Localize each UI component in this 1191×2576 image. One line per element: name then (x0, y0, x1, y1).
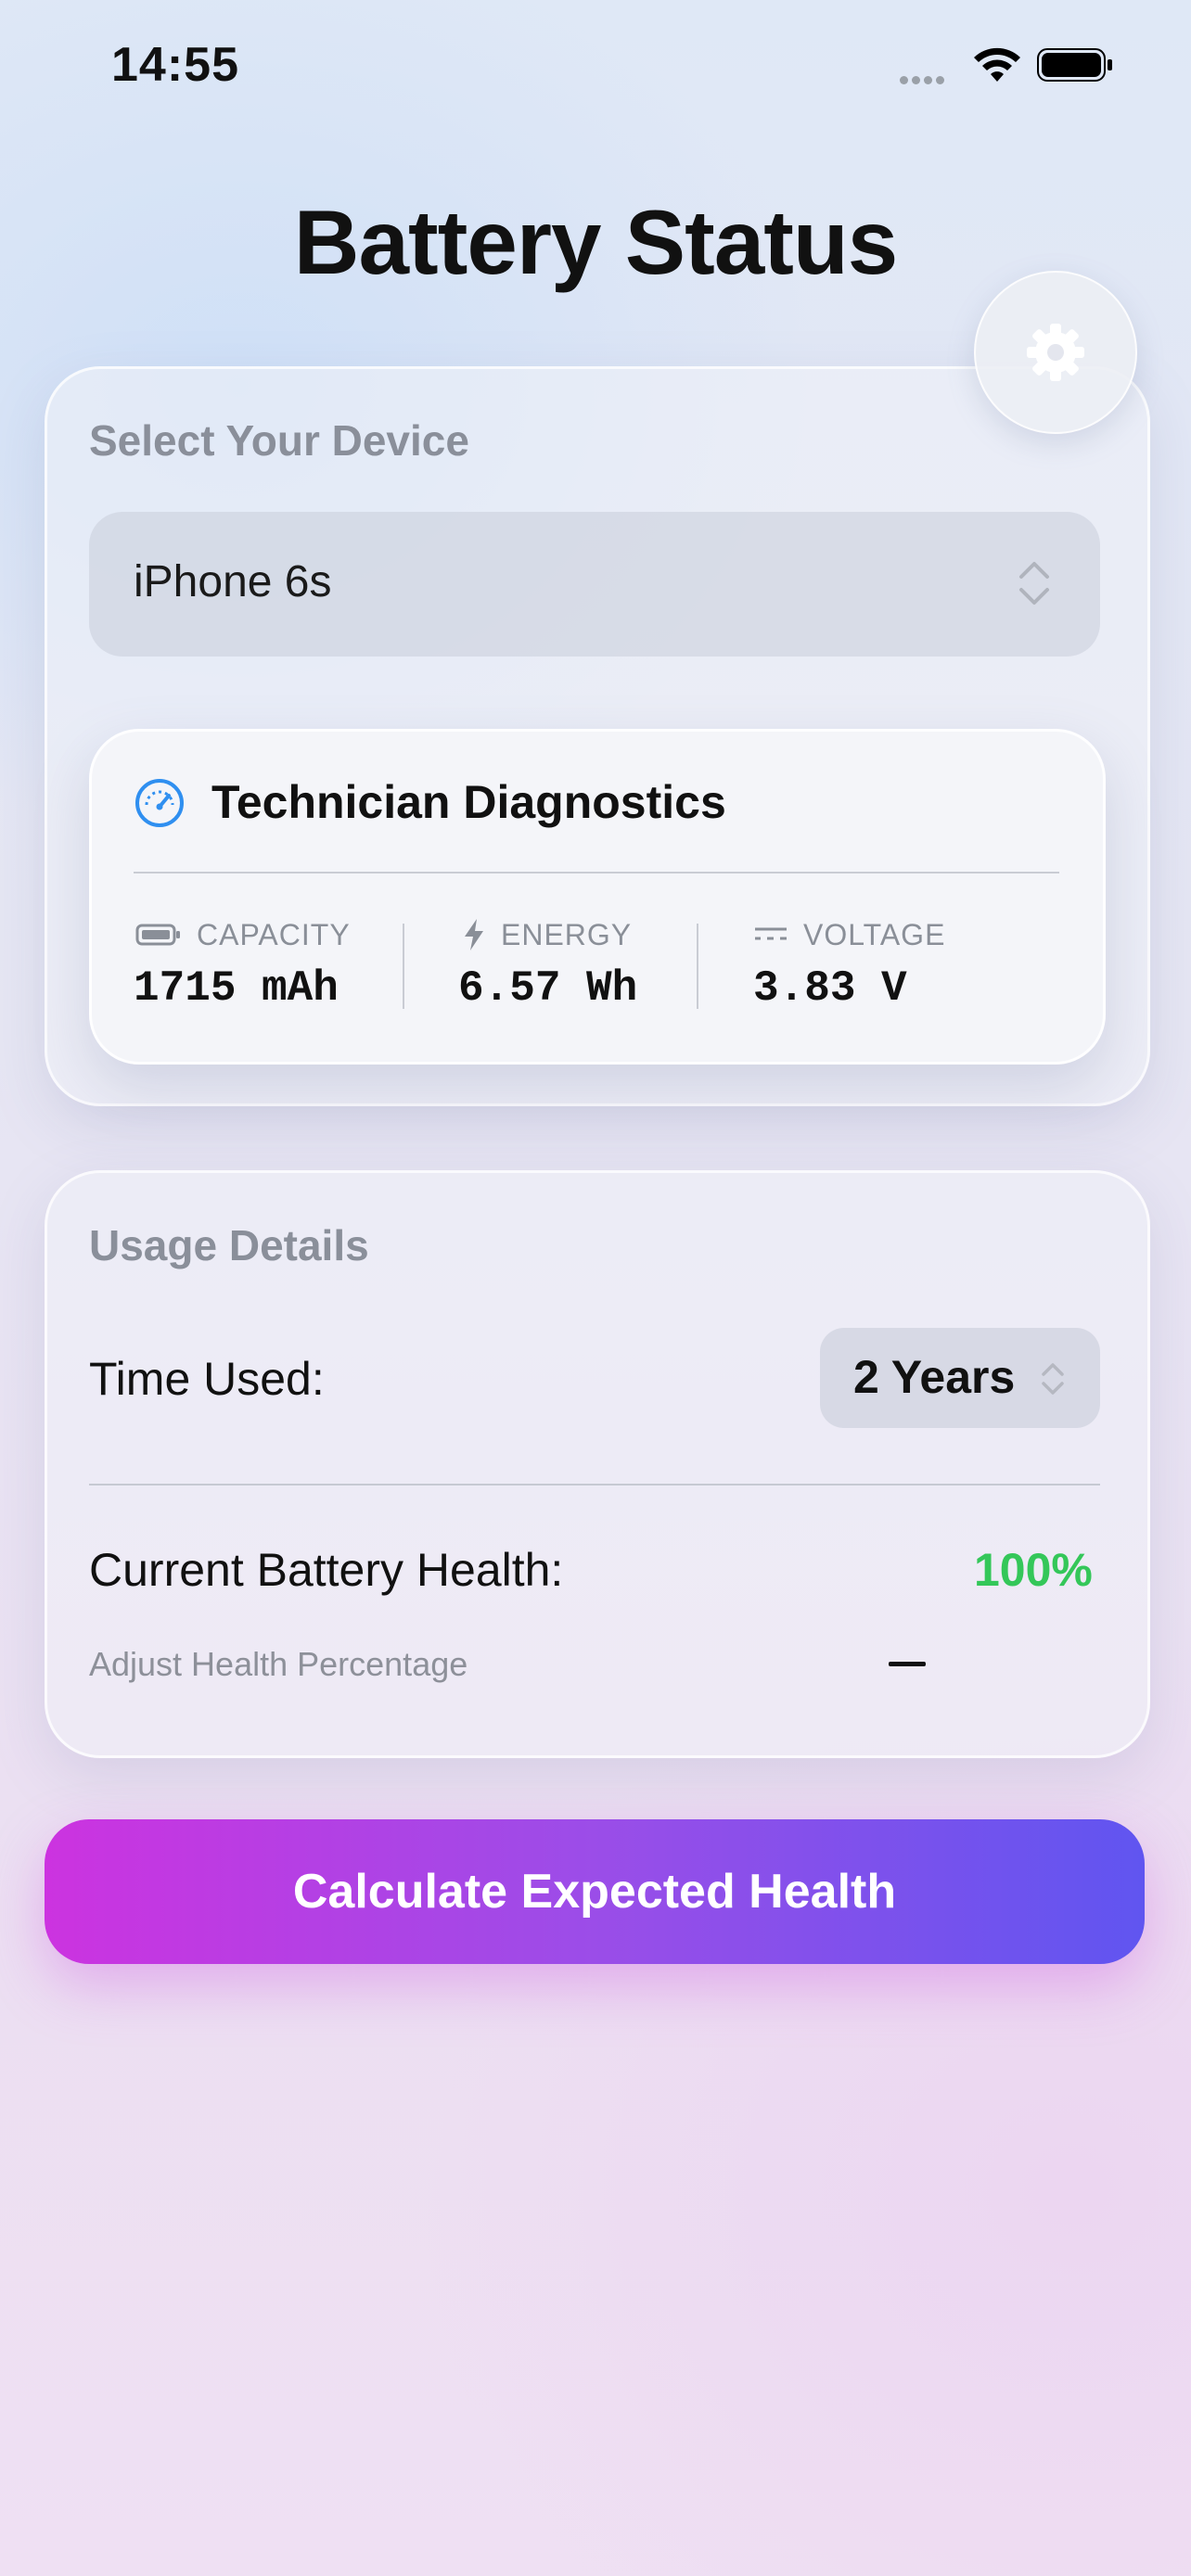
chevron-up-down-icon (1019, 562, 1049, 605)
status-time: 14:55 (111, 38, 239, 92)
adjust-health-label: Adjust Health Percentage (89, 1645, 468, 1683)
time-used-value: 2 Years (853, 1351, 1016, 1403)
metric-divider (403, 924, 404, 1009)
gear-icon (1027, 324, 1084, 381)
gauge-icon (135, 779, 184, 827)
battery-health-label: Current Battery Health: (89, 1544, 564, 1596)
minus-icon (889, 1662, 926, 1666)
dc-voltage-icon (755, 927, 787, 940)
calculate-health-label: Calculate Expected Health (292, 1865, 897, 1919)
battery-icon (135, 924, 180, 946)
usage-section-label: Usage Details (89, 1221, 369, 1269)
page-title: Battery Status (293, 191, 898, 293)
capacity-label: CAPACITY (197, 918, 351, 951)
device-picker-value: iPhone 6s (134, 557, 332, 606)
device-section-label: Select Your Device (89, 416, 469, 465)
battery-health-value: 100% (974, 1544, 1093, 1596)
battery-status-icon (1037, 48, 1112, 82)
voltage-label: VOLTAGE (803, 918, 946, 951)
cellular-signal-icon (900, 72, 957, 84)
bolt-icon (465, 919, 483, 950)
chevron-up-down-icon (1042, 1363, 1064, 1395)
metric-divider (697, 924, 698, 1009)
divider (134, 872, 1059, 874)
calculate-health-button[interactable]: Calculate Expected Health (45, 1819, 1145, 1964)
decrement-health-button[interactable] (863, 1632, 952, 1697)
settings-button[interactable] (974, 271, 1137, 434)
energy-value: 6.57 Wh (458, 964, 638, 1013)
divider (89, 1484, 1100, 1486)
capacity-value: 1715 mAh (134, 964, 339, 1013)
wifi-icon (974, 47, 1020, 82)
energy-label: ENERGY (501, 918, 633, 951)
voltage-value: 3.83 V (753, 964, 907, 1013)
time-used-label: Time Used: (89, 1353, 325, 1405)
diagnostics-title: Technician Diagnostics (211, 776, 726, 828)
